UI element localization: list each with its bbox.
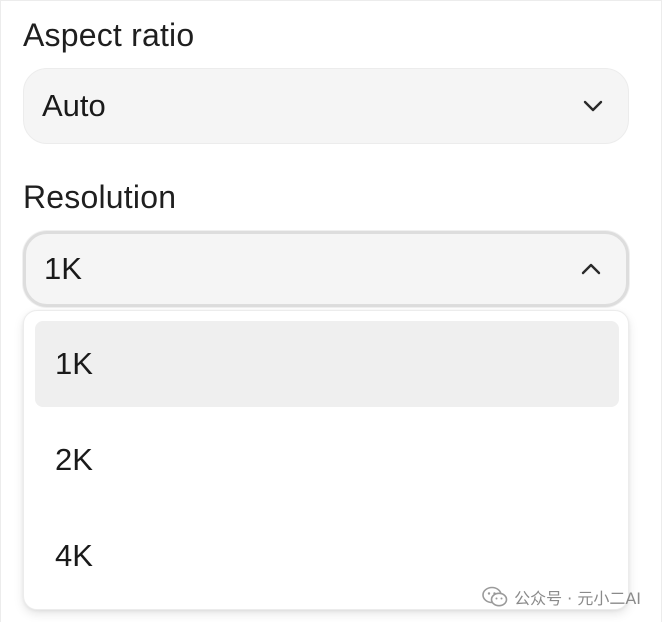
option-label: 2K <box>55 442 93 477</box>
resolution-select[interactable]: 1K <box>23 231 629 307</box>
aspect-ratio-value: Auto <box>42 88 106 123</box>
resolution-value: 1K <box>44 251 82 286</box>
watermark-text: 公众号 · 元小二AI <box>514 589 641 608</box>
chevron-up-icon <box>578 256 604 282</box>
chevron-down-icon <box>580 93 606 119</box>
wechat-icon <box>482 586 508 608</box>
option-label: 1K <box>55 346 93 381</box>
resolution-option-1k[interactable]: 1K <box>35 321 619 407</box>
aspect-ratio-label: Aspect ratio <box>23 17 195 53</box>
resolution-option-2k[interactable]: 2K <box>35 417 619 503</box>
aspect-ratio-select[interactable]: Auto <box>23 68 629 144</box>
resolution-label: Resolution <box>23 179 177 215</box>
resolution-dropdown-menu: 1K 2K 4K <box>23 310 629 610</box>
option-label: 4K <box>55 538 93 573</box>
settings-panel: Aspect ratio Auto Resolution 1K 1K 2K 4K <box>0 0 662 622</box>
watermark: 公众号 · 元小二AI <box>482 585 641 609</box>
